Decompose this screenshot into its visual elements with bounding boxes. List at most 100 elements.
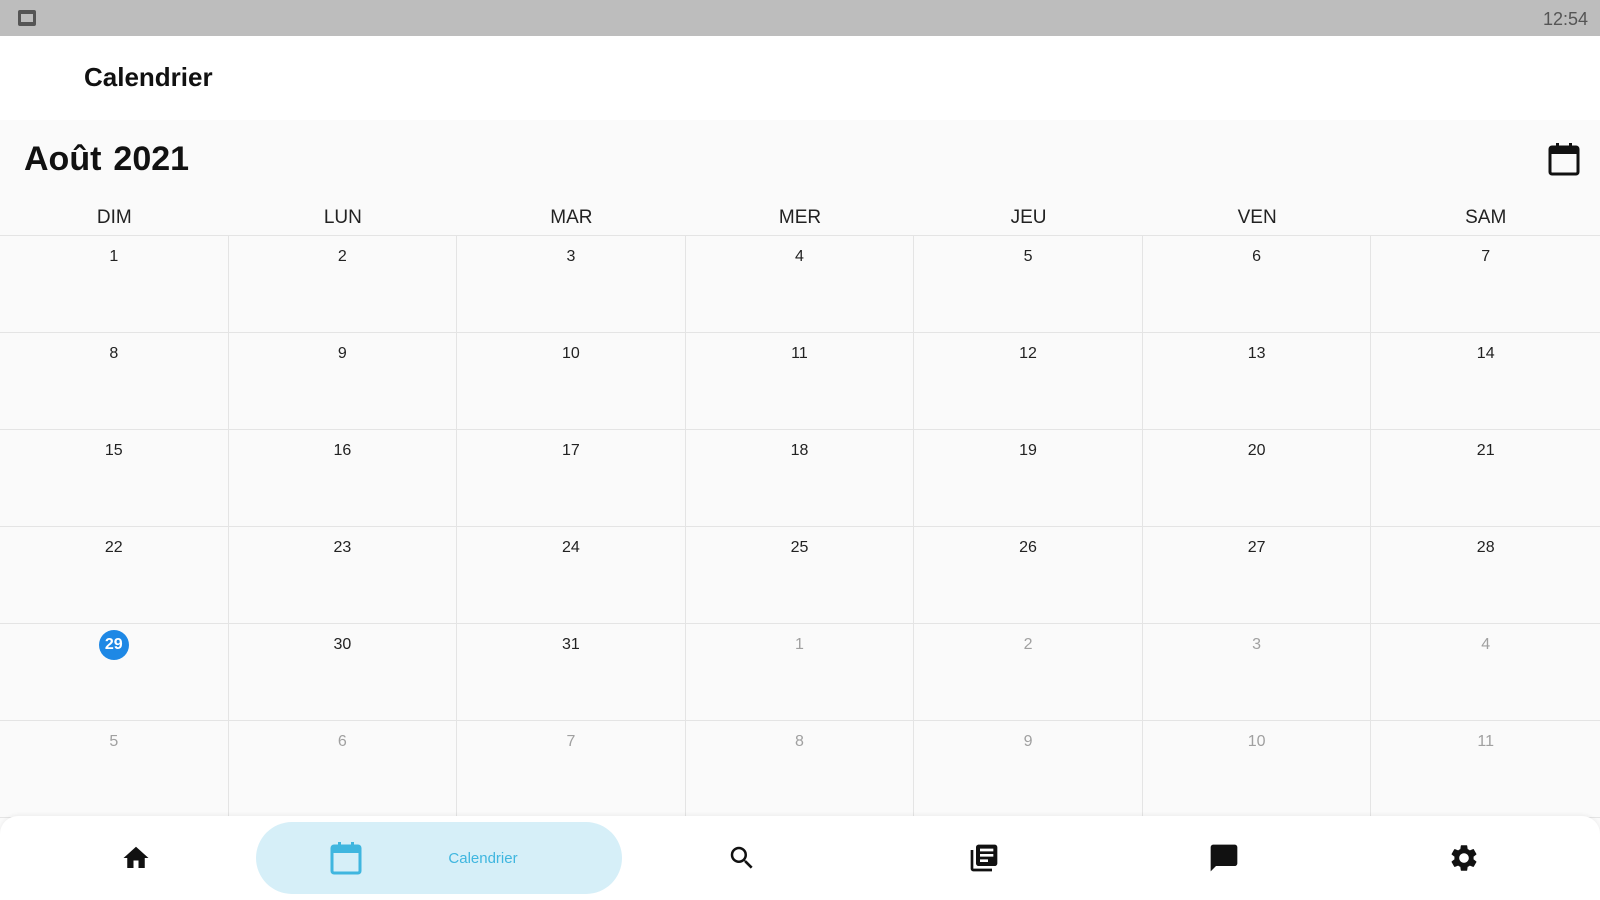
calendar-icon — [1548, 143, 1580, 176]
day-number: 7 — [1481, 248, 1491, 265]
month-year-title: Août 2021 — [24, 140, 189, 179]
day-cell[interactable]: 27 — [1142, 527, 1372, 624]
day-cell[interactable]: 6 — [1142, 236, 1372, 333]
calendar: Août 2021 DIM LUN MAR MER JEU VEN SAM 123… — [0, 120, 1600, 900]
day-cell[interactable]: 19 — [914, 430, 1143, 527]
home-icon — [123, 846, 149, 868]
day-cell[interactable]: 9 — [914, 721, 1143, 818]
year-label: 2021 — [113, 140, 190, 178]
chat-icon — [1210, 844, 1238, 872]
day-number: 11 — [791, 345, 808, 362]
day-number: 9 — [1023, 733, 1033, 750]
day-cell[interactable]: 30 — [228, 624, 458, 721]
day-cell[interactable]: 1 — [0, 236, 229, 333]
day-cell[interactable]: 5 — [0, 721, 229, 818]
day-number: 10 — [1247, 733, 1266, 750]
day-cell[interactable]: 3 — [457, 236, 686, 333]
day-number: 10 — [562, 345, 580, 362]
day-number: 16 — [333, 442, 352, 459]
day-number: 3 — [1252, 636, 1262, 653]
nav-search-button[interactable] — [692, 822, 792, 894]
status-bar: 12:54 — [0, 0, 1600, 36]
month-grid: 1 2 3 4 5 6 7 8 9 10 11 12 13 14 15 16 17 18 19 20 21 22 23 24 2… — [0, 235, 1600, 818]
day-cell[interactable]: 11 — [1371, 721, 1600, 818]
day-cell[interactable]: 1 — [685, 624, 915, 721]
day-cell[interactable]: 18 — [685, 430, 915, 527]
day-number: 1 — [795, 636, 804, 653]
day-number: 21 — [1476, 442, 1495, 459]
day-number: 29 — [98, 630, 129, 660]
calendar-picker-button[interactable] — [1548, 142, 1580, 176]
day-number: 14 — [1476, 345, 1495, 362]
library-icon — [970, 844, 998, 872]
day-number: 6 — [337, 733, 347, 750]
day-cell[interactable]: 20 — [1142, 430, 1372, 527]
day-cell[interactable]: 15 — [0, 430, 229, 527]
day-cell[interactable]: 26 — [914, 527, 1143, 624]
day-number: 4 — [795, 248, 804, 265]
day-cell[interactable]: 8 — [685, 721, 915, 818]
day-number: 8 — [795, 733, 804, 750]
day-number: 31 — [562, 636, 580, 653]
day-number: 23 — [333, 539, 352, 556]
nav-calendar-label: Calendrier — [448, 849, 518, 867]
app-bar: Calendrier — [0, 36, 1600, 120]
nav-messages-button[interactable] — [1174, 822, 1274, 894]
day-cell[interactable]: 2 — [228, 236, 458, 333]
day-cell[interactable]: 3 — [1142, 624, 1372, 721]
day-number: 2 — [1023, 636, 1033, 653]
day-cell-today[interactable]: 29 — [0, 624, 229, 721]
day-cell[interactable]: 4 — [685, 236, 915, 333]
day-cell[interactable]: 13 — [1142, 333, 1372, 430]
weekday-label: VEN — [1237, 207, 1277, 228]
weekday-label: LUN — [323, 207, 362, 228]
day-number: 25 — [790, 539, 809, 556]
notification-image-icon — [18, 10, 36, 26]
day-cell[interactable]: 8 — [0, 333, 229, 430]
nav-settings-button[interactable] — [1414, 822, 1514, 894]
day-cell[interactable]: 9 — [228, 333, 458, 430]
day-cell[interactable]: 5 — [914, 236, 1143, 333]
day-cell[interactable]: 7 — [457, 721, 686, 818]
day-number: 13 — [1247, 345, 1266, 362]
day-cell[interactable]: 6 — [228, 721, 458, 818]
day-number: 6 — [1252, 248, 1262, 265]
day-number: 18 — [790, 442, 809, 459]
day-cell[interactable]: 7 — [1371, 236, 1600, 333]
day-cell[interactable]: 31 — [457, 624, 686, 721]
day-number: 7 — [566, 733, 576, 750]
day-cell[interactable]: 12 — [914, 333, 1143, 430]
month-label: Août — [24, 140, 102, 178]
day-cell[interactable]: 10 — [457, 333, 686, 430]
day-cell[interactable]: 23 — [228, 527, 458, 624]
day-number: 20 — [1247, 442, 1266, 459]
day-number: 24 — [562, 539, 580, 556]
day-number: 8 — [109, 345, 119, 362]
day-cell[interactable]: 25 — [685, 527, 915, 624]
day-cell[interactable]: 21 — [1371, 430, 1600, 527]
day-cell[interactable]: 16 — [228, 430, 458, 527]
day-cell[interactable]: 14 — [1371, 333, 1600, 430]
day-cell[interactable]: 24 — [457, 527, 686, 624]
day-cell[interactable]: 4 — [1371, 624, 1600, 721]
nav-home-button[interactable] — [86, 822, 186, 894]
day-number: 1 — [109, 248, 119, 265]
day-cell[interactable]: 17 — [457, 430, 686, 527]
day-number: 5 — [109, 733, 119, 750]
nav-calendar-button[interactable]: Calendrier — [256, 822, 622, 894]
page-title: Calendrier — [84, 62, 213, 92]
settings-icon — [1451, 845, 1477, 871]
day-number: 26 — [1019, 539, 1037, 556]
nav-library-button[interactable] — [934, 822, 1034, 894]
weekday-label: SAM — [1465, 207, 1507, 228]
day-cell[interactable]: 11 — [685, 333, 915, 430]
day-number: 17 — [562, 442, 580, 459]
day-cell[interactable]: 10 — [1142, 721, 1372, 818]
day-number: 4 — [1481, 636, 1491, 653]
day-cell[interactable]: 28 — [1371, 527, 1600, 624]
bottom-navigation: Calendrier — [0, 816, 1600, 900]
day-cell[interactable]: 22 — [0, 527, 229, 624]
day-number: 15 — [104, 442, 123, 459]
day-cell[interactable]: 2 — [914, 624, 1143, 721]
day-number: 9 — [337, 345, 347, 362]
